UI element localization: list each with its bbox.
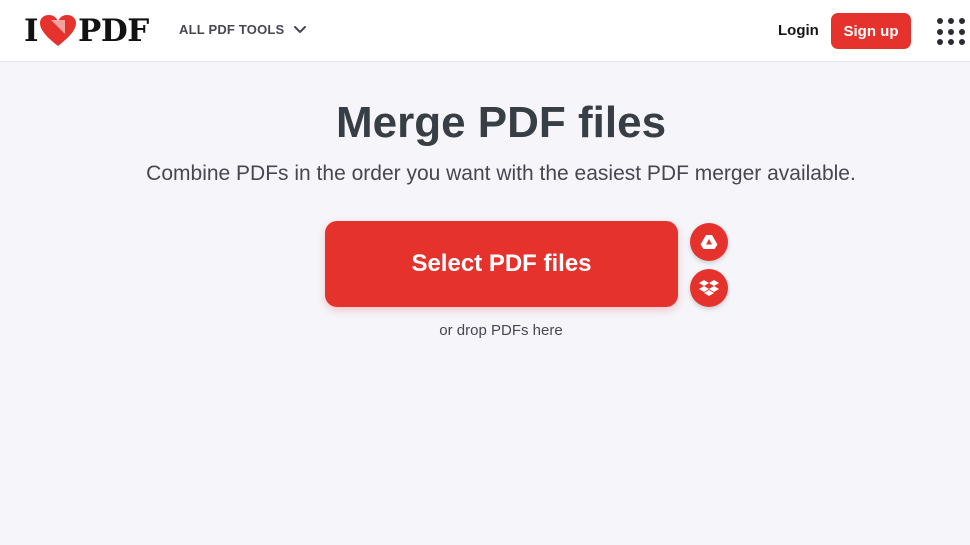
chevron-down-icon (294, 25, 307, 33)
all-pdf-tools-menu[interactable]: ALL PDF TOOLS (179, 22, 307, 37)
select-pdf-files-button[interactable]: Select PDF files (325, 221, 678, 307)
grid-dot (959, 28, 965, 35)
page-title: Merge PDF files (335, 98, 667, 147)
apps-grid-icon[interactable] (937, 18, 965, 46)
grid-dot (959, 39, 965, 46)
dropbox-icon (699, 280, 719, 296)
top-navbar: I PDF ALL PDF TOOLS Login Sign up (0, 0, 970, 62)
ilovepdf-logo[interactable]: I PDF (24, 13, 149, 49)
logo-letter-i: I (24, 13, 39, 49)
logo-text-pdf: PDF (78, 13, 149, 49)
grid-dot (937, 39, 943, 46)
all-pdf-tools-label: ALL PDF TOOLS (179, 22, 285, 37)
heart-icon (40, 15, 77, 46)
google-drive-icon (700, 235, 718, 249)
google-drive-button[interactable] (690, 223, 728, 261)
page-subtitle: Combine PDFs in the order you want with … (146, 162, 856, 185)
grid-dot (948, 28, 954, 35)
grid-dot (948, 39, 954, 46)
drop-hint-text: or drop PDFs here (439, 322, 563, 339)
grid-dot (937, 18, 943, 24)
grid-dot (948, 18, 954, 24)
dropbox-button[interactable] (690, 269, 728, 307)
signup-button[interactable]: Sign up (831, 13, 911, 49)
grid-dot (959, 18, 965, 24)
login-link[interactable]: Login (778, 22, 819, 39)
grid-dot (937, 28, 943, 35)
